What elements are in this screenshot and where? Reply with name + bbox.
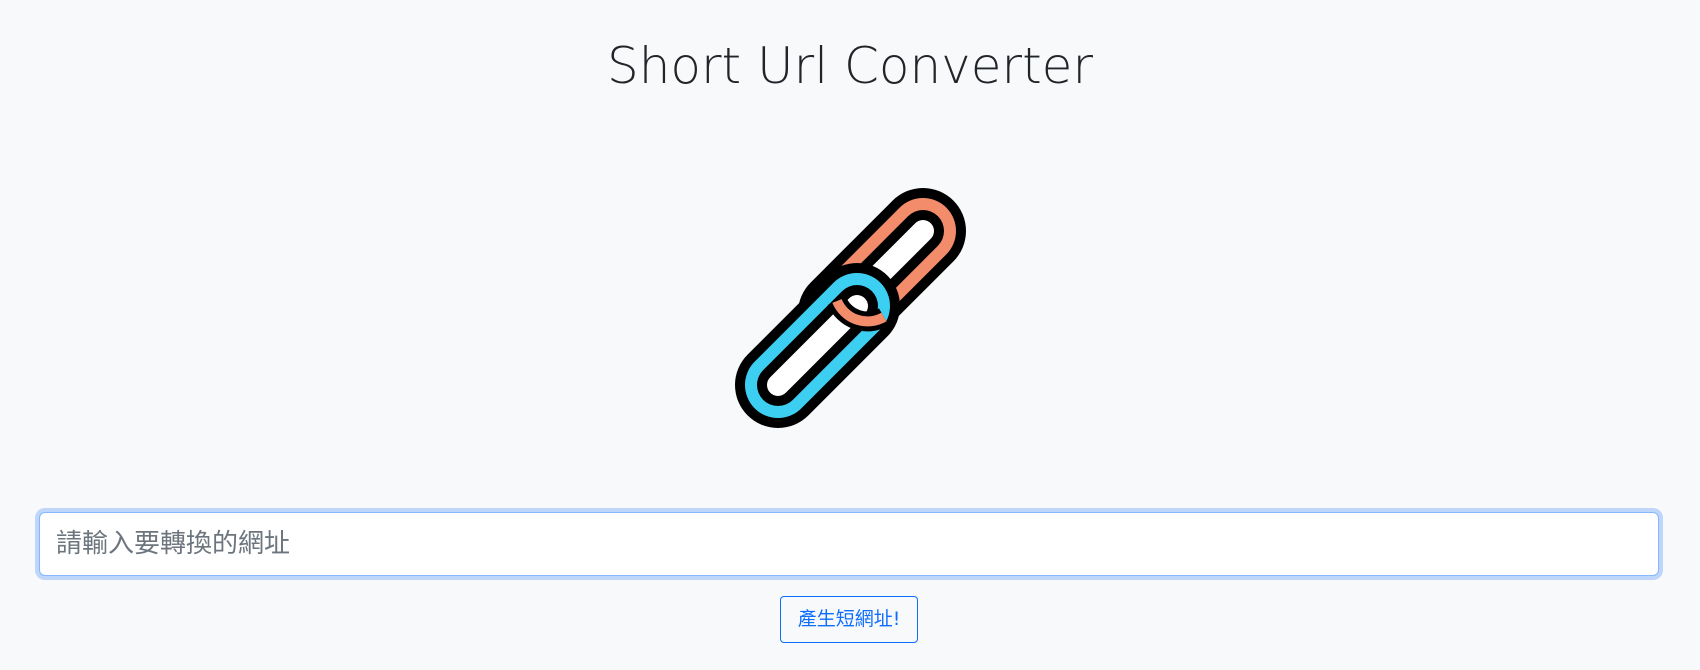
page-title: Short Url Converter xyxy=(606,37,1094,95)
url-input[interactable] xyxy=(39,512,1659,576)
chain-link-icon xyxy=(735,188,966,428)
generate-short-url-button[interactable]: 產生短網址! xyxy=(780,596,918,643)
